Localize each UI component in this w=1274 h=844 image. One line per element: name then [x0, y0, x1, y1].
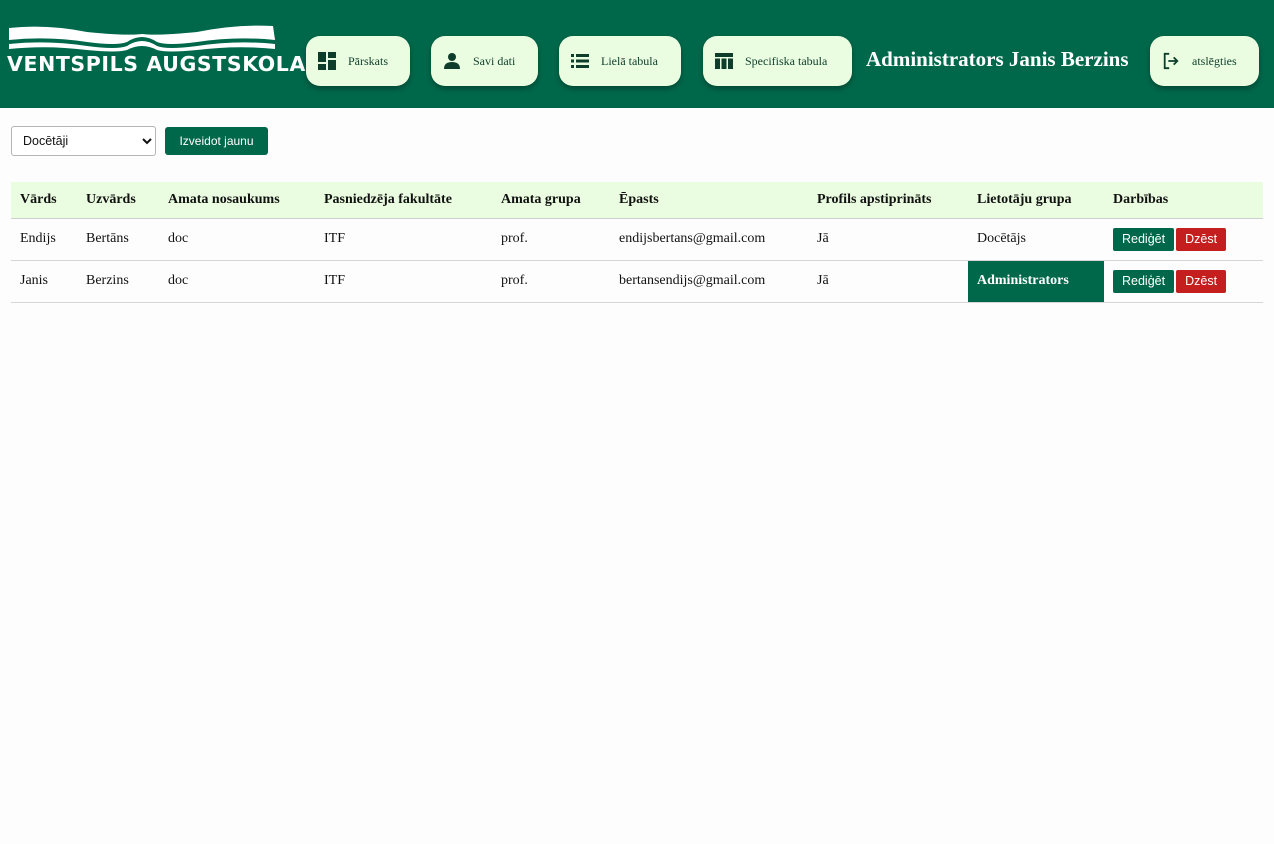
column-header: Uzvārds [77, 182, 159, 219]
edit-button[interactable]: Rediģēt [1113, 227, 1175, 251]
position-title-cell: doc [159, 218, 315, 261]
nav-overview-label: Pārskats [348, 53, 388, 68]
top-header: VENTSPILS AUGSTSKOLA Pārskats Savi dati … [0, 0, 1274, 108]
logo[interactable]: VENTSPILS AUGSTSKOLA [7, 22, 306, 78]
user-title: Administrators Janis Berzins [866, 47, 1129, 71]
column-header: Ēpasts [610, 182, 808, 219]
user-type-select[interactable]: Docētāji [11, 126, 156, 156]
column-header: Amata nosaukums [159, 182, 315, 219]
first-name-cell: Endijs [11, 218, 77, 261]
column-header: Lietotāju grupa [968, 182, 1104, 219]
nav-specific-table-label: Specifiska tabula [745, 53, 828, 68]
first-name-cell: Janis [11, 260, 77, 303]
email-cell: bertansendijs@gmail.com [610, 260, 808, 303]
column-header: Darbības [1104, 182, 1263, 219]
logout-icon [1163, 52, 1179, 70]
nav-my-data-button[interactable]: Savi dati [431, 36, 538, 86]
book-logo-icon [9, 25, 275, 52]
user-group-cell-highlighted: Administrators [968, 260, 1104, 303]
edit-button[interactable]: Rediģēt [1113, 269, 1175, 293]
faculty-cell: ITF [315, 260, 492, 303]
column-header: Profils apstiprināts [808, 182, 968, 219]
delete-button[interactable]: Dzēst [1176, 227, 1227, 251]
actions-cell: Rediģēt Dzēst [1104, 218, 1263, 261]
column-header: Pasniedzēja fakultāte [315, 182, 492, 219]
nav-specific-table-button[interactable]: Specifiska tabula [703, 36, 852, 86]
nav-big-table-button[interactable]: Lielā tabula [559, 36, 681, 86]
table-header-row: Vārds Uzvārds Amata nosaukums Pasniedzēj… [11, 182, 1263, 219]
table-row: Endijs Bertāns doc ITF prof. endijsberta… [11, 218, 1263, 261]
last-name-cell: Bertāns [77, 218, 159, 261]
profile-confirmed-cell: Jā [808, 260, 968, 303]
faculty-cell: ITF [315, 218, 492, 261]
user-group-cell: Docētājs [968, 218, 1104, 261]
column-header: Amata grupa [492, 182, 610, 219]
nav-overview-button[interactable]: Pārskats [306, 36, 410, 86]
table-row: Janis Berzins doc ITF prof. bertansendij… [11, 260, 1263, 303]
position-group-cell: prof. [492, 218, 610, 261]
last-name-cell: Berzins [77, 260, 159, 303]
table-icon [715, 53, 733, 69]
logout-button[interactable]: atslēgties [1150, 36, 1259, 86]
actions-cell: Rediģēt Dzēst [1104, 260, 1263, 303]
person-icon [444, 53, 460, 69]
position-group-cell: prof. [492, 260, 610, 303]
nav-big-table-label: Lielā tabula [601, 53, 658, 68]
users-table: Vārds Uzvārds Amata nosaukums Pasniedzēj… [11, 182, 1263, 303]
nav-my-data-label: Savi dati [473, 53, 516, 68]
position-title-cell: doc [159, 260, 315, 303]
logout-label: atslēgties [1192, 53, 1237, 68]
column-header: Vārds [11, 182, 77, 219]
dashboard-icon [318, 52, 336, 70]
email-cell: endijsbertans@gmail.com [610, 218, 808, 261]
profile-confirmed-cell: Jā [808, 218, 968, 261]
logo-text: VENTSPILS AUGSTSKOLA [7, 52, 306, 76]
list-icon [571, 54, 589, 68]
create-new-button[interactable]: Izveidot jaunu [165, 127, 268, 155]
delete-button[interactable]: Dzēst [1176, 269, 1227, 293]
